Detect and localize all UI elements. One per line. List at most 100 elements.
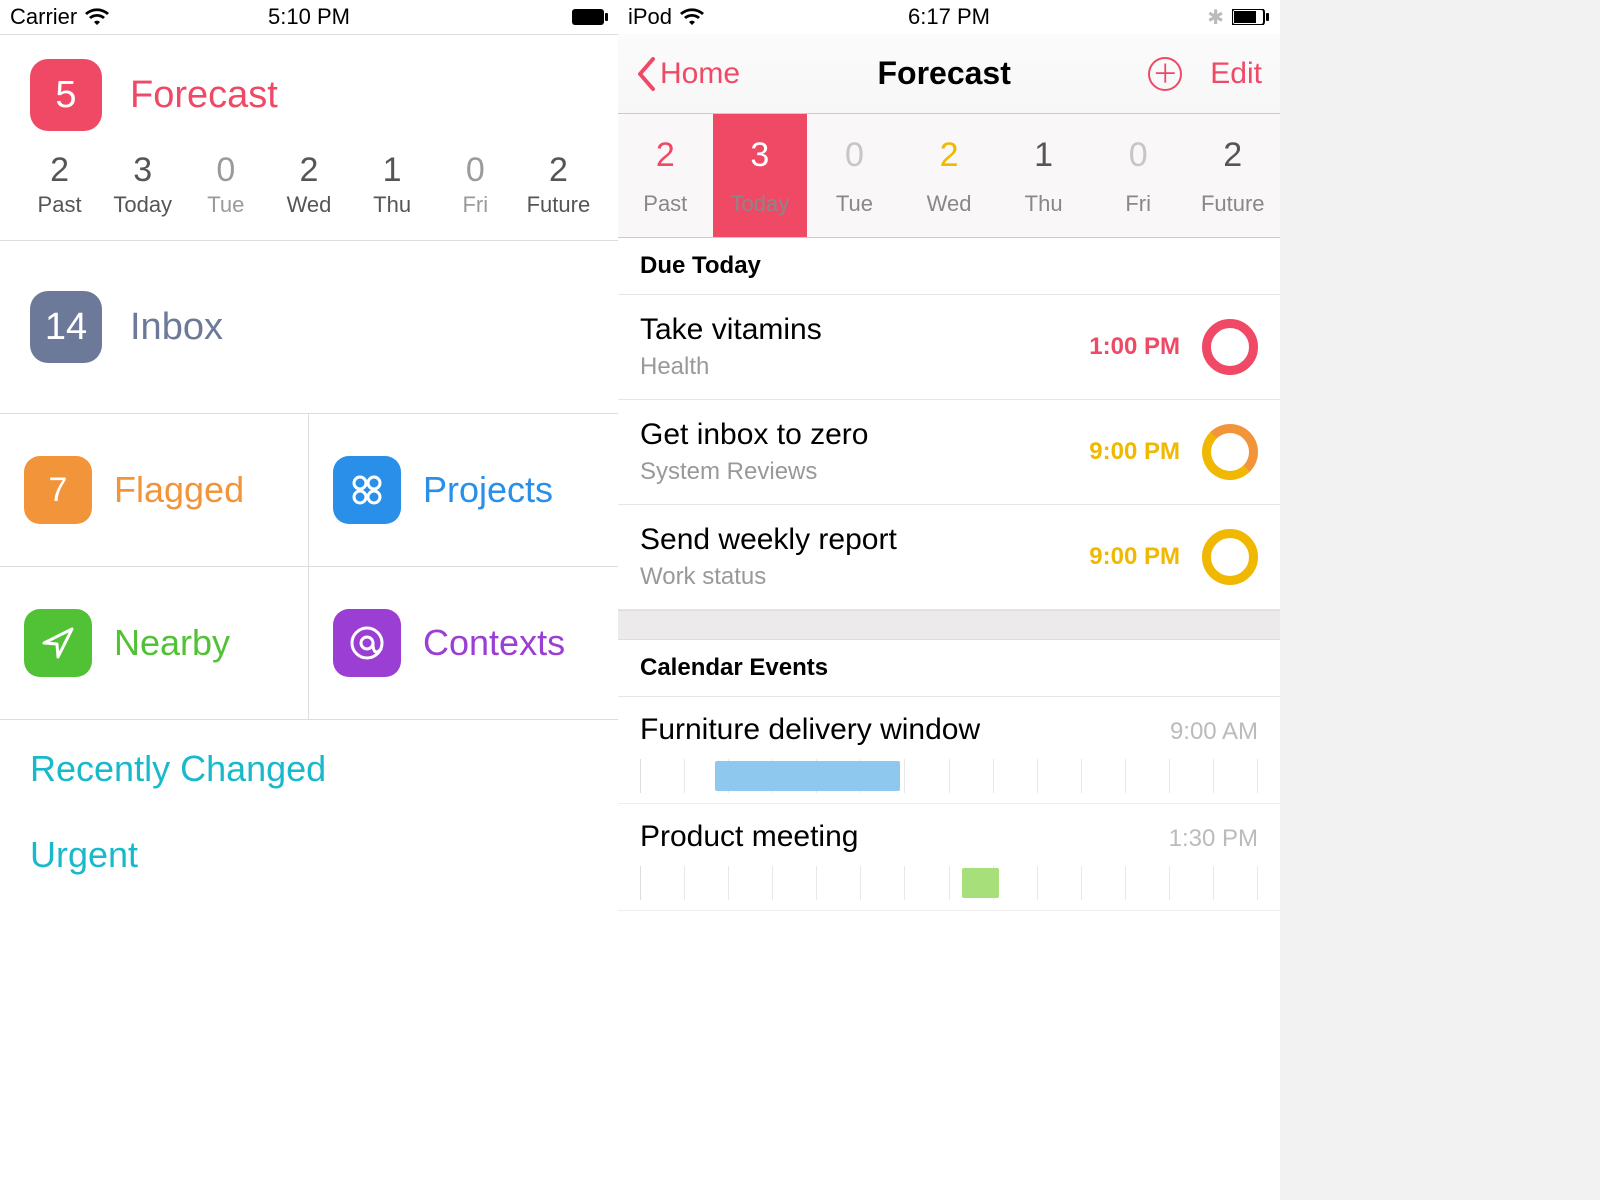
event-timeline [640,866,1258,900]
back-label: Home [660,57,740,91]
link-urgent[interactable]: Urgent [30,834,588,876]
carrier-label: iPod [628,4,672,30]
battery-icon [572,9,608,25]
tile-nearby[interactable]: Nearby [0,567,309,720]
event-title: Product meeting [640,820,858,854]
day-count: 3 [101,151,184,190]
section-due-today: Due Today [618,238,1280,295]
day-count: 2 [18,151,101,190]
day-label: Tue [807,191,902,217]
wifi-icon [85,8,109,26]
task-due-time: 1:00 PM [1089,333,1180,361]
tile-forecast[interactable]: 5 Forecast [0,35,618,131]
tile-inbox[interactable]: 14 Inbox [0,241,618,414]
day-label: Past [18,192,101,218]
task-title: Send weekly report [640,523,897,557]
task-row[interactable]: Take vitamins Health 1:00 PM [618,295,1280,400]
forecast-screen: iPod 6:17 PM ✱ Home Forecast ＋ Edit 2 Pa… [618,0,1280,1200]
nearby-icon [24,609,92,677]
forecast-label: Forecast [130,74,278,117]
edit-button[interactable]: Edit [1210,57,1262,91]
day-count: 3 [713,136,808,175]
event-title: Furniture delivery window [640,713,980,747]
day-past[interactable]: 2 Past [18,151,101,218]
tile-projects[interactable]: Projects [309,414,618,567]
contexts-icon [333,609,401,677]
event-time: 9:00 AM [1170,718,1258,746]
day-today[interactable]: 3 Today [101,151,184,218]
day-count: 0 [1091,136,1186,175]
task-title: Take vitamins [640,313,822,347]
day-fri[interactable]: 0 Fri [434,151,517,218]
battery-icon [1232,9,1270,25]
day-count: 2 [517,151,600,190]
back-button[interactable]: Home [636,57,740,91]
day-fri[interactable]: 0 Fri [1091,114,1186,237]
add-button[interactable]: ＋ [1148,57,1182,91]
flagged-count: 7 [49,471,68,510]
wifi-icon [680,8,704,26]
task-project: Health [640,353,822,381]
day-thu[interactable]: 1 Thu [351,151,434,218]
event-duration-bar [715,761,900,791]
event-list: Furniture delivery window 9:00 AM Produc… [618,697,1280,911]
tile-flagged[interactable]: 7 Flagged [0,414,309,567]
day-tue[interactable]: 0 Tue [184,151,267,218]
day-label: Fri [1091,191,1186,217]
day-future[interactable]: 2 Future [1185,114,1280,237]
forecast-count: 5 [55,74,76,117]
day-label: Future [517,192,600,218]
day-thu[interactable]: 1 Thu [996,114,1091,237]
status-bar: iPod 6:17 PM ✱ [618,0,1280,34]
day-label: Today [101,192,184,218]
inbox-badge: 14 [30,291,102,363]
task-row[interactable]: Get inbox to zero System Reviews 9:00 PM [618,400,1280,505]
task-complete-ring[interactable] [1202,424,1258,480]
event-row[interactable]: Furniture delivery window 9:00 AM [618,697,1280,804]
section-calendar-events: Calendar Events [618,640,1280,697]
nav-title: Forecast [877,55,1010,92]
tile-grid: 7 Flagged Projects Nearby Contexts [0,414,618,720]
day-label: Fri [434,192,517,218]
forecast-days: 2 Past3 Today0 Tue2 Wed1 Thu0 Fri2 Futur… [0,131,618,241]
task-complete-ring[interactable] [1202,529,1258,585]
tile-contexts[interactable]: Contexts [309,567,618,720]
day-future[interactable]: 2 Future [517,151,600,218]
day-wed[interactable]: 2 Wed [902,114,997,237]
day-tue[interactable]: 0 Tue [807,114,902,237]
day-count: 0 [434,151,517,190]
task-row[interactable]: Send weekly report Work status 9:00 PM [618,505,1280,610]
projects-icon [333,456,401,524]
day-past[interactable]: 2 Past [618,114,713,237]
status-bar: Carrier 5:10 PM [0,0,618,34]
day-count: 2 [267,151,350,190]
task-due-time: 9:00 PM [1089,543,1180,571]
day-label: Future [1185,191,1280,217]
nearby-label: Nearby [114,622,230,664]
link-recently-changed[interactable]: Recently Changed [30,748,588,790]
task-project: Work status [640,563,897,591]
section-gap [618,610,1280,640]
flagged-badge: 7 [24,456,92,524]
task-title: Get inbox to zero [640,418,868,452]
day-label: Thu [996,191,1091,217]
day-label: Thu [351,192,434,218]
day-count: 2 [1185,136,1280,175]
event-time: 1:30 PM [1169,825,1258,853]
day-count: 1 [351,151,434,190]
flagged-label: Flagged [114,469,244,511]
day-selector: 2 Past3 Today0 Tue2 Wed1 Thu0 Fri2 Futur… [618,114,1280,238]
day-wed[interactable]: 2 Wed [267,151,350,218]
task-complete-ring[interactable] [1202,319,1258,375]
task-due-time: 9:00 PM [1089,438,1180,466]
event-row[interactable]: Product meeting 1:30 PM [618,804,1280,911]
day-count: 2 [902,136,997,175]
carrier-label: Carrier [10,4,77,30]
task-list: Take vitamins Health 1:00 PM Get inbox t… [618,295,1280,610]
home-screen: Carrier 5:10 PM 5 Forecast 2 Past3 Today… [0,0,618,1200]
day-label: Past [618,191,713,217]
day-count: 0 [184,151,267,190]
day-today[interactable]: 3 Today [713,114,808,237]
day-count: 0 [807,136,902,175]
event-duration-bar [962,868,999,898]
